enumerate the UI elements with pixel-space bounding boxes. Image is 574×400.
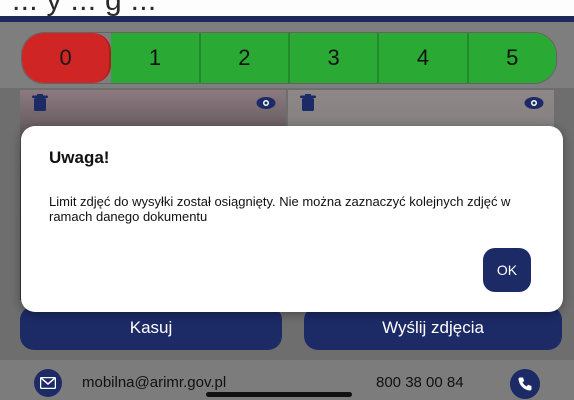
photo-count-selector: 0 1 2 3 4 5 <box>22 33 556 83</box>
alert-dialog: Uwaga! Limit zdjęć do wysyłki został osi… <box>21 126 563 312</box>
dialog-title: Uwaga! <box>49 148 110 167</box>
segment-2[interactable]: 2 <box>200 33 290 83</box>
mail-icon[interactable] <box>34 369 62 397</box>
delete-button[interactable]: Kasuj <box>20 306 282 350</box>
segment-5[interactable]: 5 <box>468 33 556 83</box>
trash-icon[interactable] <box>30 94 50 112</box>
segment-0[interactable]: 0 <box>22 33 112 83</box>
home-indicator <box>206 392 352 397</box>
trash-icon[interactable] <box>298 94 318 112</box>
segment-3[interactable]: 3 <box>289 33 380 83</box>
ok-button[interactable]: OK <box>483 248 531 292</box>
phone-icon[interactable] <box>510 369 540 399</box>
support-phone[interactable]: 800 38 00 84 <box>376 374 464 391</box>
eye-icon[interactable] <box>524 94 544 112</box>
app-screen: ... y ... g ... 0 1 2 3 4 5 Kasuj Wyślij… <box>0 0 574 400</box>
support-email[interactable]: mobilna@arimr.gov.pl <box>82 374 226 391</box>
dialog-message: Limit zdjęć do wysyłki został osiągnięty… <box>49 194 511 224</box>
eye-icon[interactable] <box>256 94 276 112</box>
segment-1[interactable]: 1 <box>111 33 201 83</box>
segment-4[interactable]: 4 <box>379 33 469 83</box>
send-photos-button[interactable]: Wyślij zdjęcia <box>304 306 562 350</box>
